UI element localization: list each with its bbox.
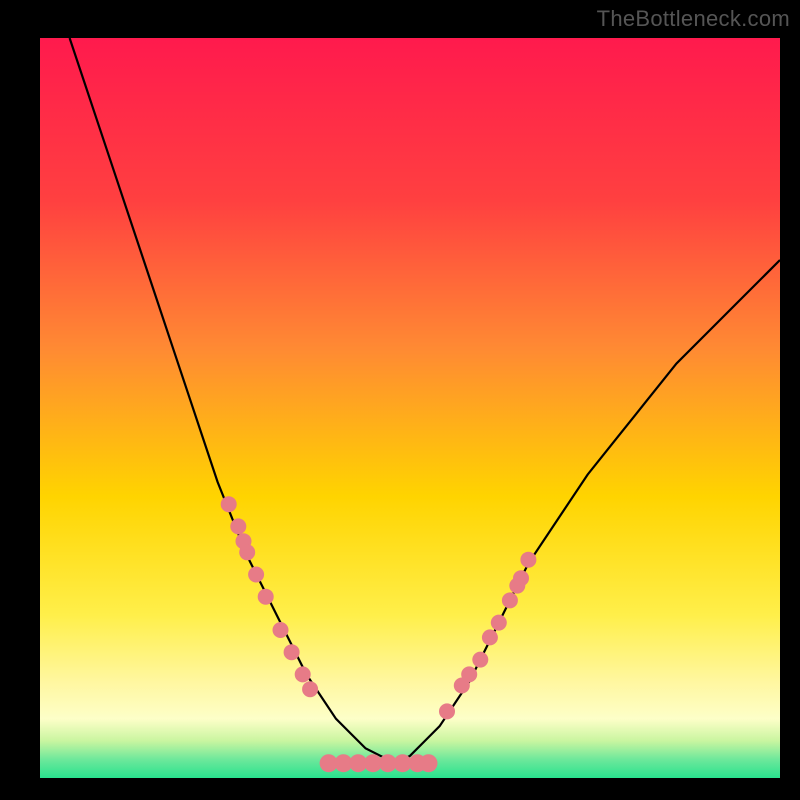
marker-dot [221, 496, 237, 512]
marker-dot [472, 652, 488, 668]
marker-dot [284, 644, 300, 660]
attribution-label: TheBottleneck.com [597, 6, 790, 32]
marker-dot [439, 703, 455, 719]
marker-dot [482, 629, 498, 645]
marker-dot [461, 666, 477, 682]
marker-dot [491, 615, 507, 631]
chart-frame: TheBottleneck.com [0, 0, 800, 800]
marker-group-flat [320, 754, 438, 772]
marker-dot [273, 622, 289, 638]
chart-svg [40, 38, 780, 778]
marker-dot [502, 592, 518, 608]
marker-dot [258, 589, 274, 605]
marker-dot [520, 552, 536, 568]
plot-area [40, 38, 780, 778]
marker-dot [239, 544, 255, 560]
marker-dot [513, 570, 529, 586]
marker-dot [420, 754, 438, 772]
marker-dot [302, 681, 318, 697]
marker-dot [295, 666, 311, 682]
gradient-background [40, 38, 780, 778]
marker-dot [230, 518, 246, 534]
marker-dot [248, 567, 264, 583]
